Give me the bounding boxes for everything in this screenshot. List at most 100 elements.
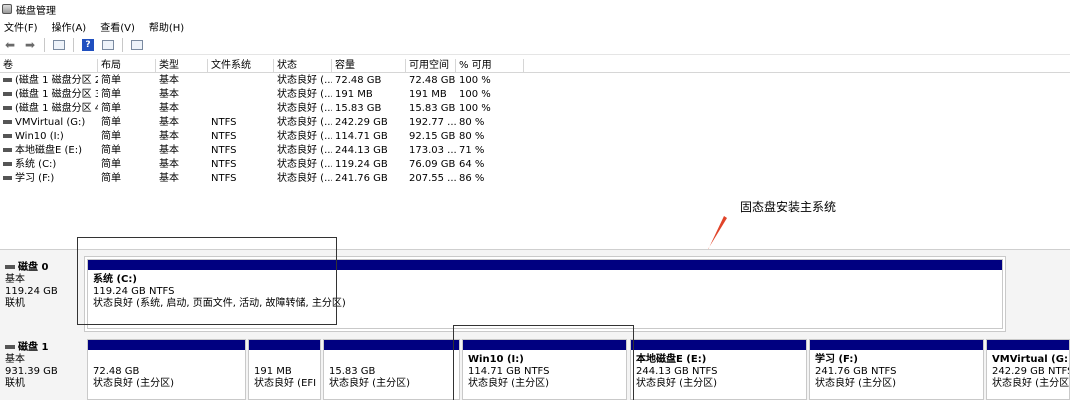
status-cell: 状态良好 (... bbox=[277, 131, 332, 142]
volume-name: Win10 (I:) bbox=[15, 131, 64, 142]
drive-icon bbox=[3, 147, 12, 152]
disk-size: 931.39 GB bbox=[5, 366, 58, 377]
table-row[interactable]: 本地磁盘E (E:) 简单 基本 NTFS 状态良好 (... 244.13 G… bbox=[0, 144, 1070, 158]
partition-size: 244.13 GB NTFS bbox=[636, 366, 718, 377]
menu-action[interactable]: 操作(A) bbox=[52, 19, 87, 34]
menu-view[interactable]: 查看(V) bbox=[100, 19, 135, 34]
disk-1-label[interactable]: 磁盘 1 基本 931.39 GB 联机 bbox=[0, 342, 80, 390]
toolbar-separator bbox=[122, 37, 123, 52]
volume-table-header: 卷 布局 类型 文件系统 状态 容量 可用空间 % 可用 bbox=[0, 59, 1070, 73]
volume-list: (磁盘 1 磁盘分区 2) 简单 基本 状态良好 (... 72.48 GB 7… bbox=[0, 74, 1070, 186]
col-percent-free[interactable]: % 可用 bbox=[456, 59, 524, 73]
disk-0-label[interactable]: 磁盘 0 基本 119.24 GB 联机 bbox=[0, 262, 80, 310]
partition-g[interactable]: VMVirtual (G:) 242.29 GB NTFS 状态良好 (主分区) bbox=[986, 339, 1070, 400]
properties-icon[interactable] bbox=[100, 37, 116, 53]
drive-icon bbox=[3, 161, 12, 166]
free-cell: 173.03 ... bbox=[409, 145, 456, 156]
partition-status: 状态良好 (EFI 系 bbox=[254, 378, 320, 389]
volume-name: 系统 (C:) bbox=[15, 159, 57, 170]
layout-cell: 简单 bbox=[101, 89, 121, 100]
table-row[interactable]: (磁盘 1 磁盘分区 2) 简单 基本 状态良好 (... 72.48 GB 7… bbox=[0, 74, 1070, 88]
disk-type: 基本 bbox=[5, 354, 25, 365]
volume-name: VMVirtual (G:) bbox=[15, 117, 86, 128]
col-type[interactable]: 类型 bbox=[156, 59, 208, 73]
view-pane-icon[interactable] bbox=[129, 37, 145, 53]
status-cell: 状态良好 (... bbox=[277, 103, 332, 114]
type-cell: 基本 bbox=[159, 103, 179, 114]
col-capacity[interactable]: 容量 bbox=[332, 59, 406, 73]
col-volume[interactable]: 卷 bbox=[0, 59, 98, 73]
capacity-cell: 114.71 GB bbox=[335, 131, 388, 142]
partition-name: 系统 (C:) bbox=[93, 274, 137, 285]
type-cell: 基本 bbox=[159, 89, 179, 100]
pct-cell: 80 % bbox=[459, 131, 485, 142]
partition-1-2[interactable]: 72.48 GB 状态良好 (主分区) bbox=[87, 339, 246, 400]
menu-bar: 文件(F) 操作(A) 查看(V) 帮助(H) bbox=[0, 18, 1070, 35]
menu-file[interactable]: 文件(F) bbox=[4, 19, 38, 34]
drive-icon bbox=[3, 105, 12, 110]
type-cell: 基本 bbox=[159, 173, 179, 184]
drive-icon bbox=[3, 77, 12, 82]
toolbar: ⬅ ➡ ? bbox=[0, 35, 1070, 55]
capacity-cell: 242.29 GB bbox=[335, 117, 388, 128]
disk-state: 联机 bbox=[5, 378, 25, 389]
partition-name: 本地磁盘E (E:) bbox=[636, 354, 707, 365]
type-cell: 基本 bbox=[159, 159, 179, 170]
partition-bar bbox=[249, 340, 320, 350]
partition-status: 状态良好 (主分区) bbox=[815, 378, 896, 389]
partition-e[interactable]: 本地磁盘E (E:) 244.13 GB NTFS 状态良好 (主分区) bbox=[630, 339, 807, 400]
table-row[interactable]: VMVirtual (G:) 简单 基本 NTFS 状态良好 (... 242.… bbox=[0, 116, 1070, 130]
col-status[interactable]: 状态 bbox=[274, 59, 332, 73]
pct-cell: 71 % bbox=[459, 145, 485, 156]
partition-bar bbox=[324, 340, 459, 350]
type-cell: 基本 bbox=[159, 75, 179, 86]
free-cell: 76.09 GB bbox=[409, 159, 456, 170]
partition-status: 状态良好 (主分区) bbox=[93, 378, 174, 389]
forward-arrow-icon[interactable]: ➡ bbox=[22, 37, 38, 53]
table-row[interactable]: (磁盘 1 磁盘分区 3) 简单 基本 状态良好 (... 191 MB 191… bbox=[0, 88, 1070, 102]
type-cell: 基本 bbox=[159, 145, 179, 156]
disk-name: 磁盘 0 bbox=[18, 262, 49, 273]
partition-f[interactable]: 学习 (F:) 241.76 GB NTFS 状态良好 (主分区) bbox=[809, 339, 984, 400]
partition-bar bbox=[810, 340, 983, 350]
console-tree-icon[interactable] bbox=[51, 37, 67, 53]
drive-icon bbox=[3, 175, 12, 180]
table-row[interactable]: 学习 (F:) 简单 基本 NTFS 状态良好 (... 241.76 GB 2… bbox=[0, 172, 1070, 186]
partition-1-4[interactable]: 15.83 GB 状态良好 (主分区) bbox=[323, 339, 460, 400]
col-layout[interactable]: 布局 bbox=[98, 59, 156, 73]
volume-name: (磁盘 1 磁盘分区 4) bbox=[15, 103, 98, 114]
layout-cell: 简单 bbox=[101, 173, 121, 184]
layout-cell: 简单 bbox=[101, 131, 121, 142]
partition-status: 状态良好 (系统, 启动, 页面文件, 活动, 故障转储, 主分区) bbox=[93, 298, 346, 309]
partition-size: 241.76 GB NTFS bbox=[815, 366, 897, 377]
pct-cell: 100 % bbox=[459, 75, 491, 86]
partition-status: 状态良好 (主分区) bbox=[329, 378, 410, 389]
col-filesystem[interactable]: 文件系统 bbox=[208, 59, 274, 73]
partition-status: 状态良好 (主分区) bbox=[992, 378, 1069, 389]
status-cell: 状态良好 (... bbox=[277, 117, 332, 128]
window-title: 磁盘管理 bbox=[16, 5, 56, 17]
status-cell: 状态良好 (... bbox=[277, 89, 332, 100]
table-row[interactable]: 系统 (C:) 简单 基本 NTFS 状态良好 (... 119.24 GB 7… bbox=[0, 158, 1070, 172]
partition-i[interactable]: Win10 (I:) 114.71 GB NTFS 状态良好 (主分区) bbox=[462, 339, 627, 400]
free-cell: 207.55 ... bbox=[409, 173, 456, 184]
drive-icon bbox=[3, 133, 12, 138]
status-cell: 状态良好 (... bbox=[277, 75, 332, 86]
table-row[interactable]: (磁盘 1 磁盘分区 4) 简单 基本 状态良好 (... 15.83 GB 1… bbox=[0, 102, 1070, 116]
disk-icon bbox=[5, 265, 15, 269]
table-row[interactable]: Win10 (I:) 简单 基本 NTFS 状态良好 (... 114.71 G… bbox=[0, 130, 1070, 144]
back-arrow-icon[interactable]: ⬅ bbox=[2, 37, 18, 53]
partition-efi[interactable]: 191 MB 状态良好 (EFI 系 bbox=[248, 339, 321, 400]
free-cell: 92.15 GB bbox=[409, 131, 456, 142]
title-bar: 磁盘管理 bbox=[0, 0, 1070, 18]
col-free-space[interactable]: 可用空间 bbox=[406, 59, 456, 73]
layout-cell: 简单 bbox=[101, 145, 121, 156]
status-cell: 状态良好 (... bbox=[277, 145, 332, 156]
partition-bar bbox=[88, 340, 245, 350]
menu-help[interactable]: 帮助(H) bbox=[149, 19, 184, 34]
fs-cell: NTFS bbox=[211, 117, 237, 128]
disk-size: 119.24 GB bbox=[5, 286, 58, 297]
help-icon[interactable]: ? bbox=[80, 37, 96, 53]
partition-c[interactable]: 系统 (C:) 119.24 GB NTFS 状态良好 (系统, 启动, 页面文… bbox=[87, 259, 1003, 329]
layout-cell: 简单 bbox=[101, 75, 121, 86]
